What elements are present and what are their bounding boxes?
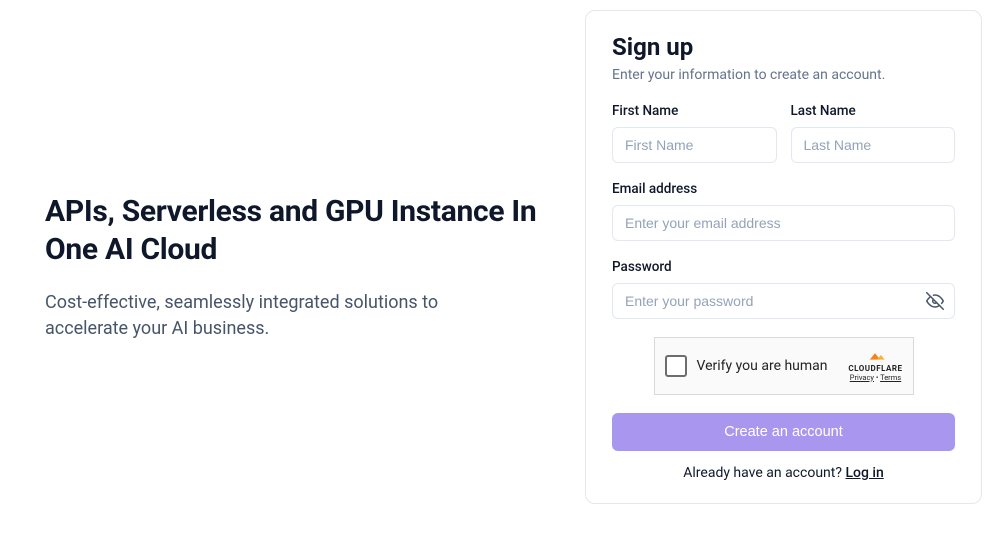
captcha-widget[interactable]: Verify you are human CLOUDFLARE Privacy … — [654, 337, 914, 395]
email-label: Email address — [612, 181, 955, 197]
create-account-button[interactable]: Create an account — [612, 413, 955, 451]
password-input[interactable] — [612, 283, 955, 319]
login-prompt-text: Already have an account? — [683, 465, 845, 481]
captcha-privacy-link[interactable]: Privacy — [850, 373, 874, 382]
last-name-label: Last Name — [791, 103, 956, 119]
hero-section: APIs, Serverless and GPU Instance In One… — [0, 0, 585, 534]
first-name-label: First Name — [612, 103, 777, 119]
card-subtitle: Enter your information to create an acco… — [612, 67, 955, 83]
signup-card: Sign up Enter your information to create… — [585, 10, 982, 504]
card-title: Sign up — [612, 33, 955, 61]
login-prompt-row: Already have an account? Log in — [612, 465, 955, 481]
cloudflare-icon — [862, 351, 888, 363]
first-name-input[interactable] — [612, 127, 777, 163]
email-input[interactable] — [612, 205, 955, 241]
captcha-brand-name: CLOUDFLARE — [848, 364, 902, 373]
login-link[interactable]: Log in — [845, 465, 883, 481]
captcha-brand: CLOUDFLARE Privacy • Terms — [848, 351, 902, 382]
last-name-input[interactable] — [791, 127, 956, 163]
captcha-terms-link[interactable]: Terms — [880, 373, 901, 382]
hero-headline: APIs, Serverless and GPU Instance In One… — [45, 193, 545, 268]
password-label: Password — [612, 259, 955, 275]
eye-off-icon[interactable] — [925, 291, 945, 311]
captcha-prompt: Verify you are human — [697, 358, 849, 374]
hero-subheadline: Cost-effective, seamlessly integrated so… — [45, 290, 465, 340]
captcha-checkbox[interactable] — [665, 355, 687, 377]
